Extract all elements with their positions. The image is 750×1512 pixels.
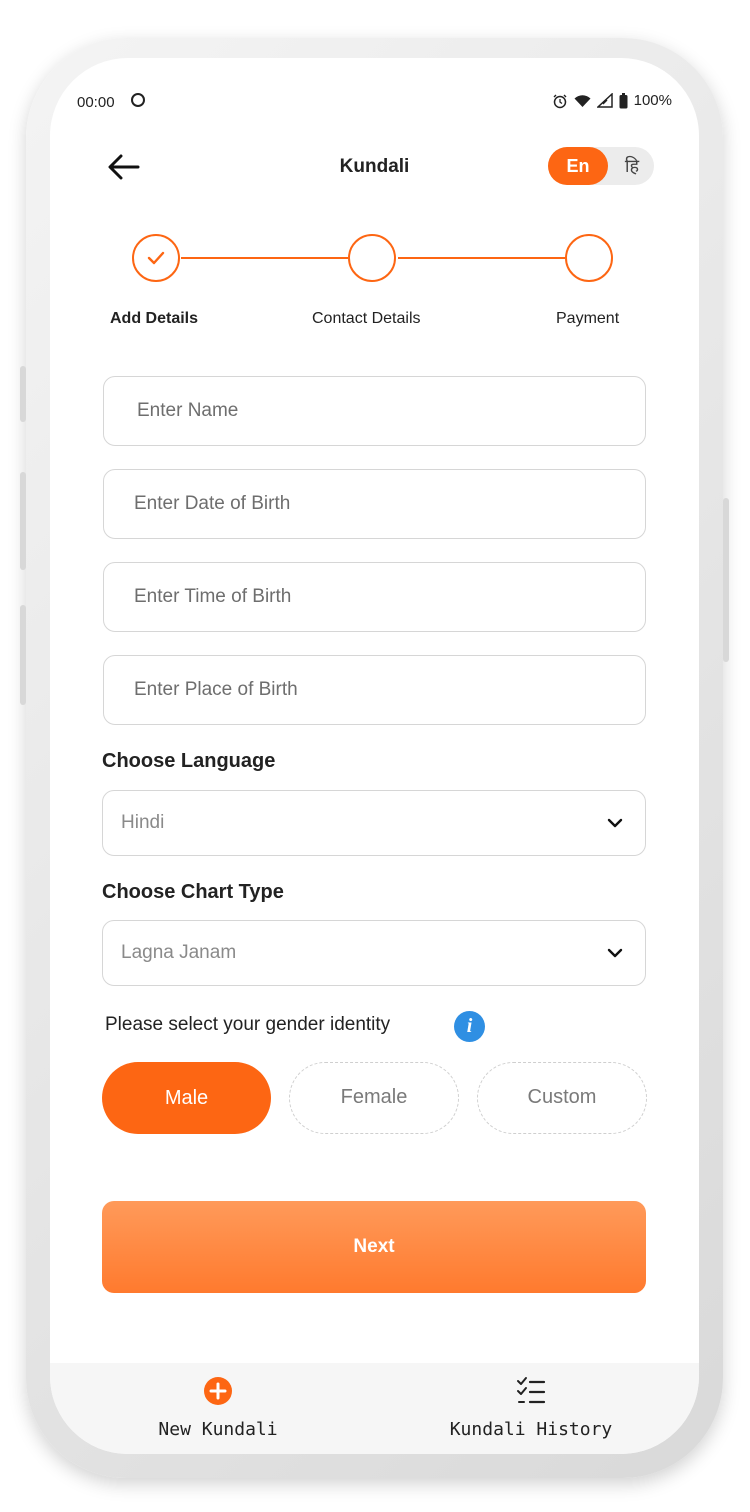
bottom-nav: New Kundali Kundali History	[50, 1363, 699, 1454]
battery-percent: 100%	[633, 92, 672, 109]
gender-custom-button[interactable]: Custom	[477, 1062, 647, 1134]
whatsapp-notification-icon	[131, 93, 145, 107]
dob-input[interactable]	[104, 470, 645, 538]
battery-icon	[619, 92, 628, 108]
name-input[interactable]	[104, 377, 645, 445]
checklist-icon	[517, 1377, 546, 1404]
signal-icon	[596, 93, 613, 108]
gender-question: Please select your gender identity	[105, 1014, 391, 1035]
pob-input[interactable]	[104, 656, 645, 724]
step-3-label: Payment	[556, 310, 620, 327]
phone-side-button	[20, 366, 26, 422]
step-1-circle	[132, 234, 180, 282]
name-field	[103, 376, 646, 446]
header: Kundali En हि	[50, 143, 699, 193]
nav-new-kundali[interactable]: New Kundali	[140, 1363, 296, 1454]
step-2-label: Contact Details	[312, 310, 421, 327]
check-icon	[147, 251, 165, 265]
phone-volume-down	[20, 605, 26, 705]
nav-kundali-history-label: Kundali History	[449, 1419, 613, 1440]
tob-input[interactable]	[104, 563, 645, 631]
next-button[interactable]: Next	[102, 1201, 646, 1293]
language-value: Hindi	[121, 812, 165, 833]
status-bar: 00:00 100%	[50, 58, 699, 128]
gender-male-button[interactable]: Male	[102, 1062, 271, 1134]
phone-volume-up	[20, 472, 26, 570]
dob-field	[103, 469, 646, 539]
step-connector	[398, 257, 565, 259]
chart-type-label: Choose Chart Type	[102, 881, 284, 903]
info-icon[interactable]: i	[454, 1011, 485, 1042]
alarm-icon	[553, 94, 567, 108]
plus-circle-icon	[204, 1377, 232, 1405]
language-toggle: En हि	[548, 147, 654, 185]
lang-en-option[interactable]: En	[548, 147, 608, 185]
chart-type-value: Lagna Janam	[121, 942, 237, 963]
app-screen: 00:00 100% Kundali En हि Add Details Con…	[50, 58, 699, 1454]
status-icons: 100%	[552, 92, 672, 109]
lang-hi-option[interactable]: हि	[612, 147, 652, 185]
gender-female-button[interactable]: Female	[289, 1062, 459, 1134]
status-time: 00:00	[77, 94, 115, 111]
nav-new-kundali-label: New Kundali	[158, 1419, 278, 1440]
step-1-label: Add Details	[110, 310, 199, 327]
chevron-down-icon	[607, 818, 623, 828]
chevron-down-icon	[607, 948, 623, 958]
chart-type-select[interactable]: Lagna Janam	[102, 920, 646, 986]
language-select[interactable]: Hindi	[102, 790, 646, 856]
progress-stepper: Add Details Contact Details Payment	[50, 230, 699, 340]
language-label: Choose Language	[102, 750, 276, 772]
nav-kundali-history[interactable]: Kundali History	[450, 1363, 630, 1454]
tob-field	[103, 562, 646, 632]
step-3-circle	[565, 234, 613, 282]
step-connector	[181, 257, 348, 259]
pob-field	[103, 655, 646, 725]
phone-power-button	[723, 498, 729, 662]
wifi-icon	[574, 94, 591, 107]
step-2-circle	[348, 234, 396, 282]
